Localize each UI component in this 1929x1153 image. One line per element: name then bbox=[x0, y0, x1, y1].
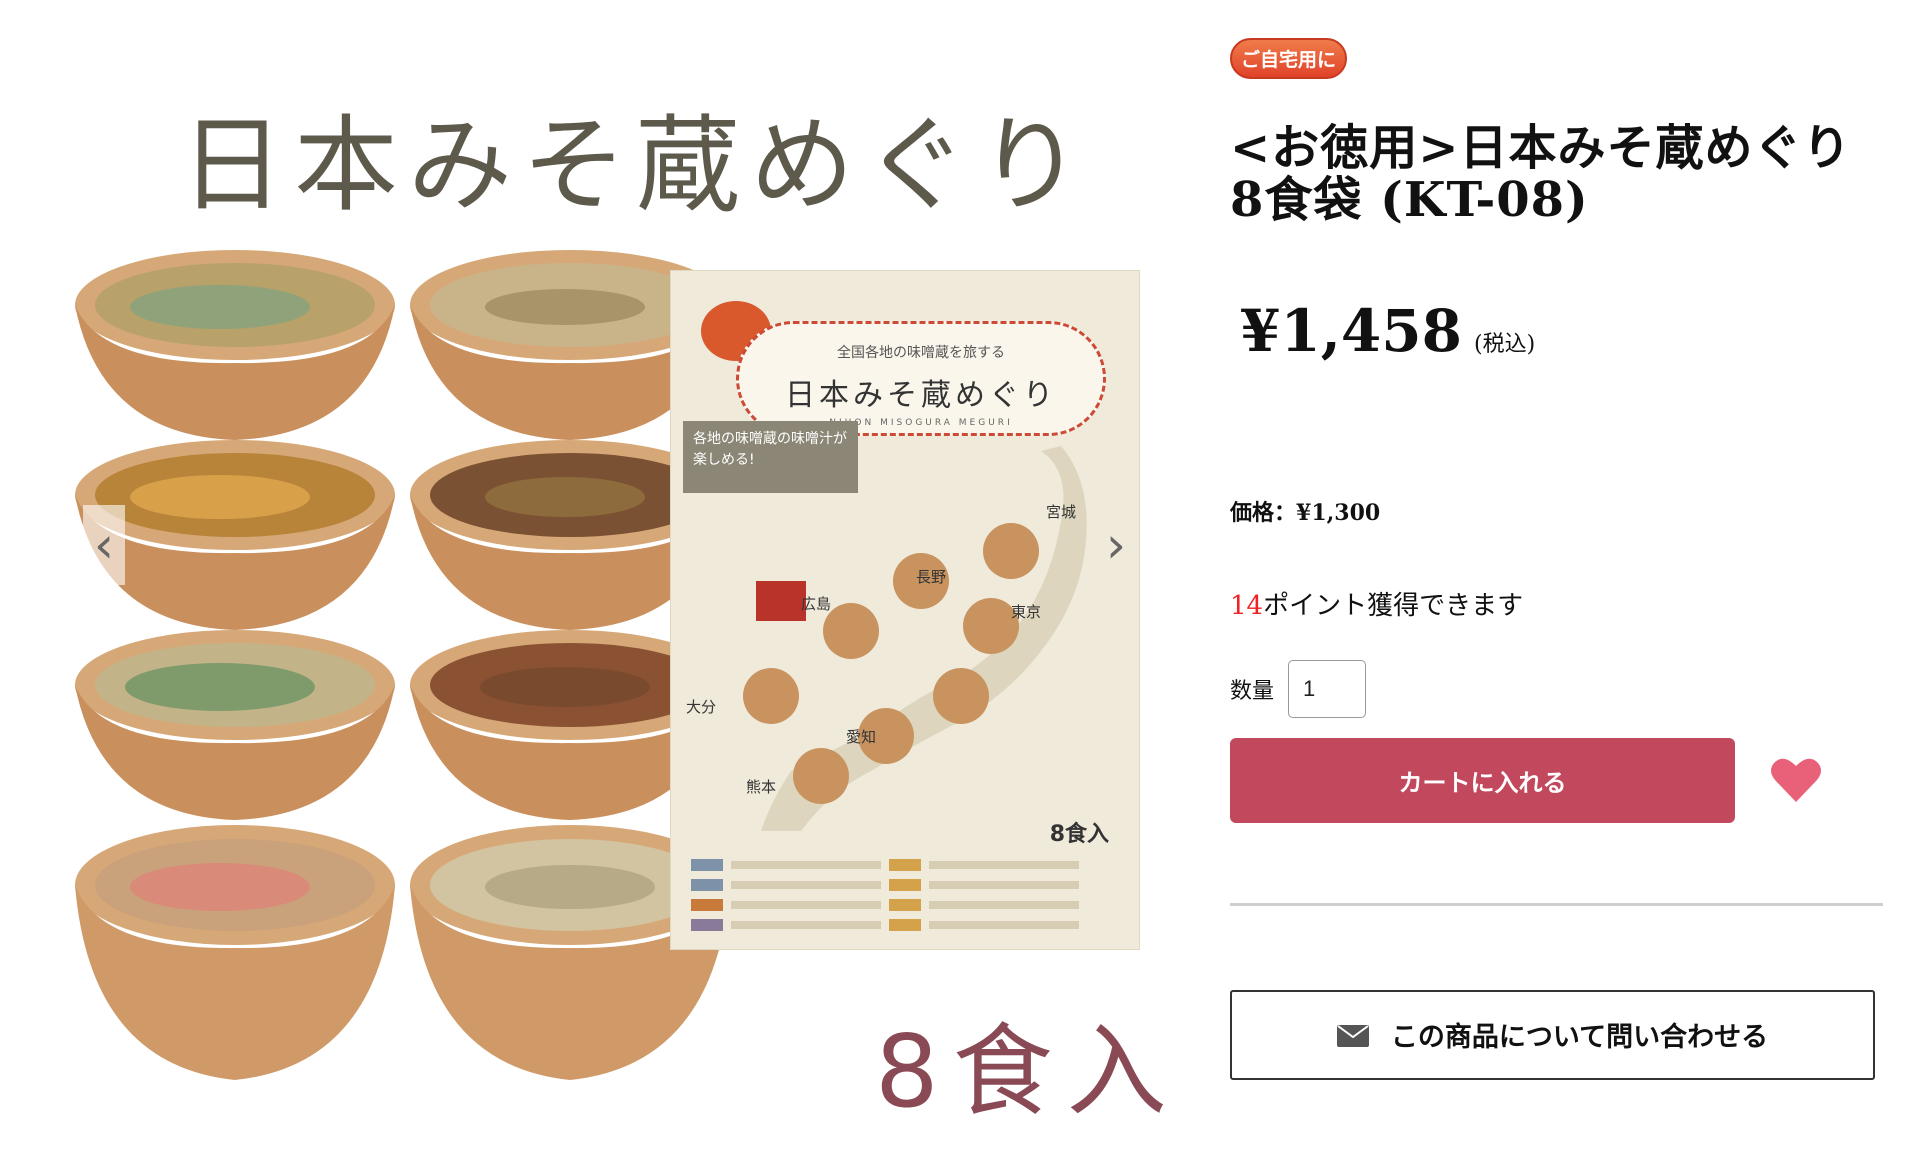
chevron-left-icon: ‹ bbox=[94, 516, 114, 574]
quantity-input[interactable] bbox=[1288, 659, 1367, 718]
japan-map-illustration bbox=[743, 446, 1087, 831]
tax-note: (税込) bbox=[1473, 331, 1536, 357]
quantity-row: 数量 bbox=[1230, 659, 1890, 718]
base-price: 価格：¥1,300 bbox=[1230, 495, 1890, 527]
city-label: 熊本 bbox=[746, 778, 777, 796]
divider bbox=[1230, 902, 1883, 906]
product-price: ¥1,458 bbox=[1240, 296, 1462, 365]
package-title-oval: 全国各地の味噌蔵を旅する 日本みそ蔵めぐり NIHON MISOGURA MEG… bbox=[736, 321, 1106, 436]
city-label: 愛知 bbox=[846, 728, 877, 746]
mail-icon bbox=[1336, 1024, 1369, 1047]
add-to-cart-button[interactable]: カートに入れる bbox=[1230, 737, 1735, 823]
city-label: 宮城 bbox=[1046, 503, 1077, 521]
price-row: ¥1,458 (税込) bbox=[1230, 297, 1890, 365]
package-count: 8食入 bbox=[1049, 822, 1109, 847]
next-image-button[interactable]: › bbox=[1095, 505, 1137, 585]
chevron-right-icon: › bbox=[1106, 516, 1126, 574]
package-image: 全国各地の味噌蔵を旅する 日本みそ蔵めぐり NIHON MISOGURA MEG… bbox=[670, 270, 1140, 950]
soup-bowl-image bbox=[70, 815, 400, 1095]
contact-about-product-button[interactable]: この商品について問い合わせる bbox=[1230, 989, 1875, 1080]
city-label: 長野 bbox=[916, 568, 947, 586]
heart-icon[interactable] bbox=[1770, 756, 1822, 804]
package-title: 日本みそ蔵めぐり bbox=[785, 378, 1057, 413]
product-image-gallery: 日本みそ蔵めぐり 全国各地の味噌蔵を旅する 日本みそ蔵めぐり NIHON MIS… bbox=[70, 40, 1167, 1130]
count-overlay-text: 8食入 bbox=[875, 1013, 1181, 1130]
contact-button-label: この商品について問い合わせる bbox=[1390, 1022, 1769, 1054]
product-title: <お徳用>日本みそ蔵めぐり 8食袋 (KT-08) bbox=[1230, 120, 1852, 228]
city-label: 広島 bbox=[801, 595, 832, 613]
image-title-text: 日本みそ蔵めぐり bbox=[180, 104, 1093, 226]
city-label: 東京 bbox=[1011, 603, 1042, 621]
base-price-label: 価格： bbox=[1230, 499, 1297, 526]
points-text: ポイント獲得できます bbox=[1263, 590, 1524, 621]
cart-row: カートに入れる bbox=[1230, 737, 1890, 823]
city-label: 大分 bbox=[686, 698, 717, 716]
points-info: 14ポイント獲得できます bbox=[1230, 585, 1890, 622]
prev-image-button[interactable]: ‹ bbox=[83, 505, 125, 585]
soup-bowl-image bbox=[70, 245, 400, 445]
package-legend bbox=[691, 856, 1121, 936]
soup-bowl-image bbox=[70, 625, 400, 825]
base-price-value: ¥1,300 bbox=[1296, 499, 1381, 526]
quantity-label: 数量 bbox=[1230, 678, 1275, 704]
home-use-badge: ご自宅用に bbox=[1230, 38, 1348, 79]
package-tagline: 全国各地の味噌蔵を旅する bbox=[837, 345, 1005, 361]
points-number: 14 bbox=[1230, 590, 1264, 621]
product-info-panel: ご自宅用に <お徳用>日本みそ蔵めぐり 8食袋 (KT-08) ¥1,458 (… bbox=[1230, 38, 1890, 1080]
